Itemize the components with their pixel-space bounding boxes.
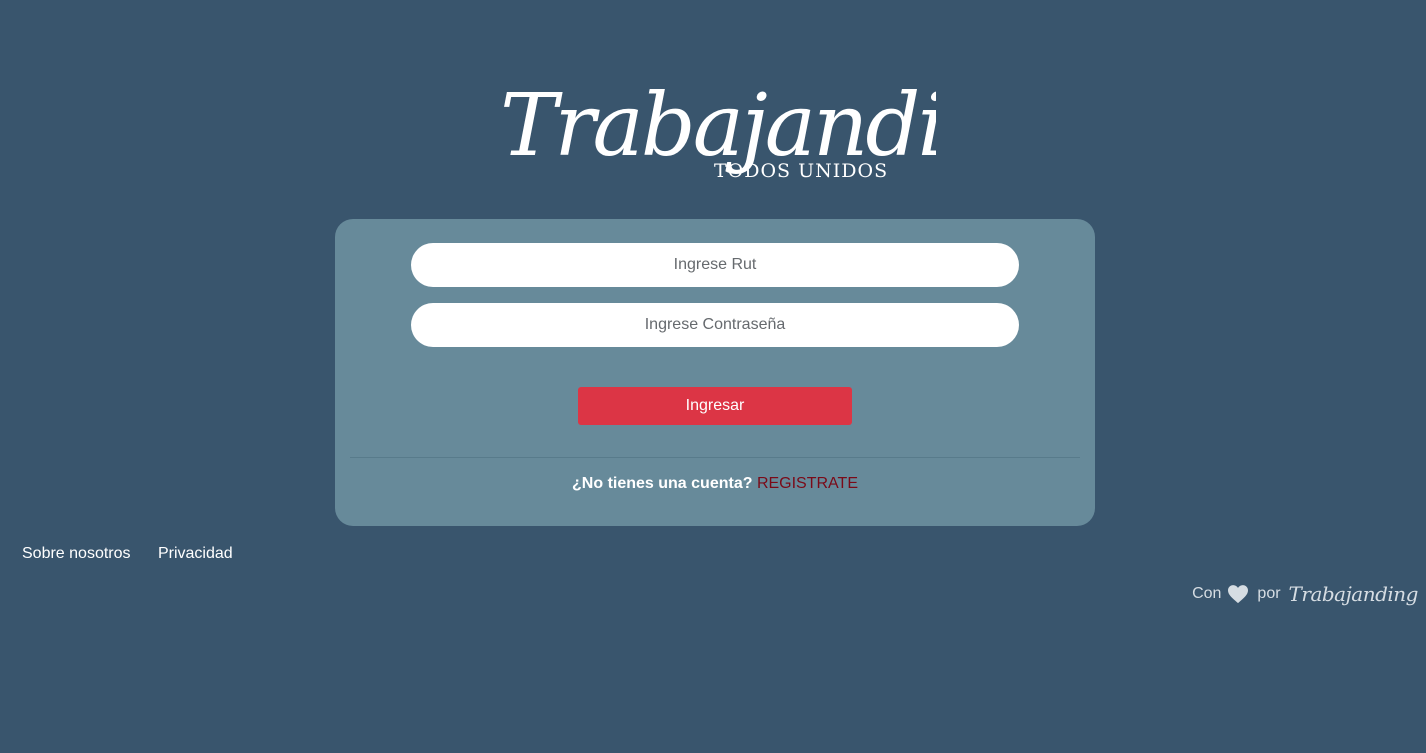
register-link[interactable]: REGISTRATE [757,475,858,492]
credit-middle: por [1257,585,1281,602]
about-us-link[interactable]: Sobre nosotros [22,545,131,562]
register-prompt: ¿No tienes una cuenta? REGISTRATE [335,475,1095,493]
footer-nav: Sobre nosotros Privacidad [22,545,256,563]
heart-icon [1228,585,1249,604]
credit-brand: Trabajanding [1288,582,1419,606]
rut-input[interactable] [411,243,1019,287]
privacy-link[interactable]: Privacidad [158,545,233,562]
logo-script: Trabajanding [500,76,936,176]
credit-prefix: Con [1192,585,1222,602]
register-question: ¿No tienes una cuenta? [572,475,753,492]
login-page: Trabajanding TODOS UNIDOS Ingresar ¿No t… [0,0,1426,753]
password-input[interactable] [411,303,1019,347]
divider [350,457,1080,458]
login-button[interactable]: Ingresar [578,387,852,425]
trabajanding-logo: Trabajanding TODOS UNIDOS [490,55,936,205]
footer-credit: Con por Trabajanding [1192,582,1418,606]
logo-tagline: TODOS UNIDOS [714,160,889,182]
login-card: Ingresar ¿No tienes una cuenta? REGISTRA… [335,219,1095,526]
